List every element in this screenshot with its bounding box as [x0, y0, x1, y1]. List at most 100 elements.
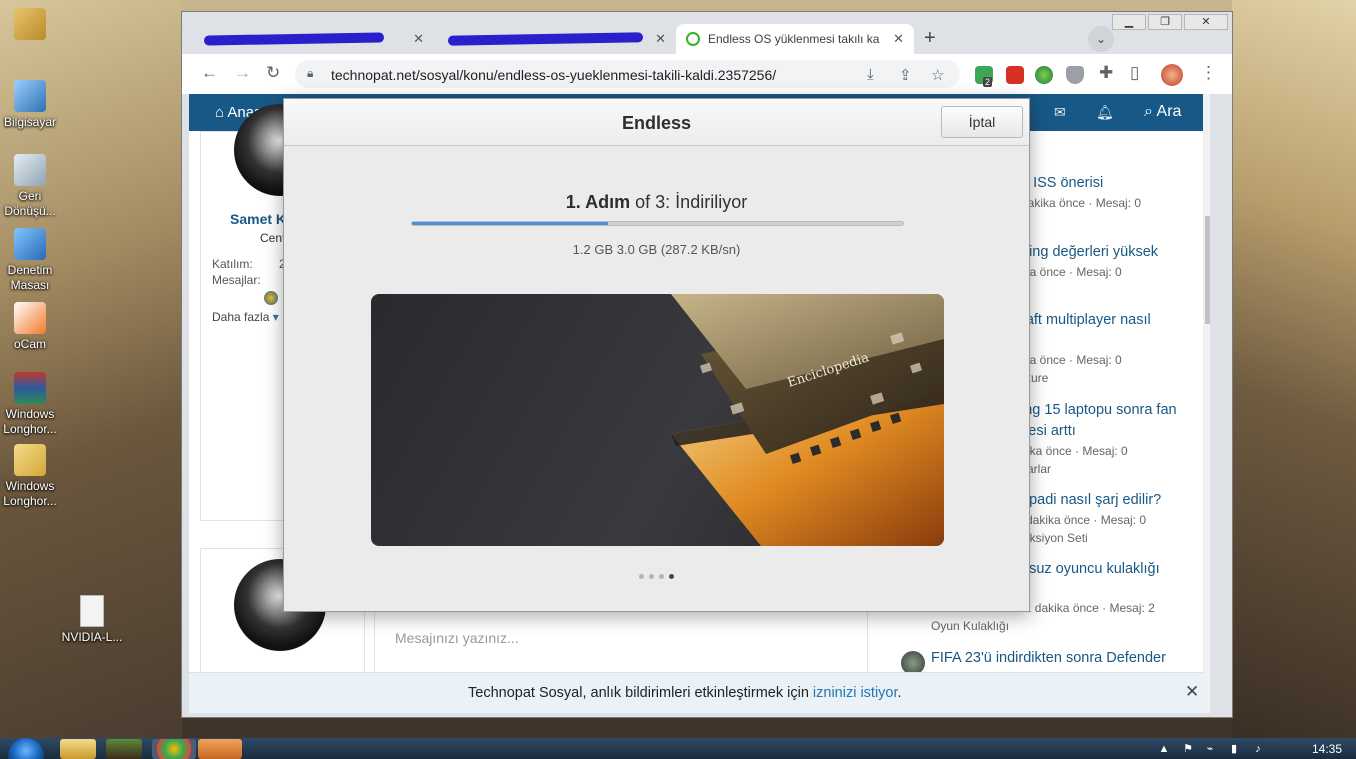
close-window-button[interactable]: ✕	[1184, 14, 1228, 30]
notification-end: .	[897, 685, 902, 701]
redaction-scribble	[203, 32, 385, 46]
tab-title: Endless OS yüklenmesi takılı kaldı	[708, 32, 880, 46]
desktop-icon-nvidia-file[interactable]: NVIDIA-L...	[60, 595, 124, 645]
maximize-button[interactable]: ❐	[1148, 14, 1182, 30]
chrome-icon[interactable]	[152, 739, 196, 759]
menu-kebab-icon[interactable]: ⋮	[1200, 63, 1217, 83]
desktop-icon-ocam[interactable]: oCam	[0, 302, 62, 352]
power-favicon-icon	[686, 32, 700, 46]
desktop-wallpaper-right	[1232, 0, 1356, 738]
tray-overflow-icon[interactable]: ▲	[1158, 743, 1170, 755]
desktop-icon-user[interactable]	[0, 8, 62, 43]
permission-link[interactable]: izninizi istiyor	[813, 685, 898, 701]
forward-icon[interactable]: →	[234, 63, 251, 83]
volume-icon[interactable]: ♪	[1252, 743, 1264, 755]
promo-slide-image: Enciclopedia	[371, 294, 944, 546]
messages-icon[interactable]: ✉	[1054, 104, 1066, 121]
close-tab-icon[interactable]: ✕	[893, 31, 904, 47]
username-link[interactable]: Samet K	[230, 211, 286, 227]
step-number: 1. Adım	[565, 192, 631, 212]
user-role: Cent	[260, 231, 286, 245]
dialog-header: Endless İptal	[284, 99, 1029, 146]
thread-forum: Oyun Kulaklığı	[931, 619, 1010, 633]
install-app-icon[interactable]: ⤓	[867, 66, 874, 83]
desktop-icon-label: Bilgisayar	[3, 115, 57, 129]
extension-flash-icon[interactable]	[1006, 66, 1024, 84]
redaction-scribble	[447, 32, 644, 46]
extension-shield-grey-icon[interactable]	[1066, 66, 1084, 84]
endless-installer-dialog: Endless İptal 1. Adım of 3: İndiriliyor …	[283, 98, 1030, 612]
tab-endless-os[interactable]: Endless OS yüklenmesi takılı kaldı ✕	[676, 24, 914, 54]
tab-strip: ✕ ✕ Endless OS yüklenmesi takılı kaldı ✕	[190, 24, 1130, 54]
extension-globe-icon[interactable]	[1035, 66, 1053, 84]
more-toggle[interactable]: Daha fazla ▾	[212, 310, 279, 324]
file-icon	[80, 595, 104, 627]
notification-message: Technopat Sosyal, anlık bildirimleri etk…	[468, 685, 902, 701]
page-scrollbar[interactable]	[1203, 94, 1210, 713]
clock[interactable]: 14:35	[1312, 742, 1342, 756]
extensions-puzzle-icon[interactable]: ✚	[1099, 63, 1113, 83]
notification-text: Technopat Sosyal, anlık bildirimleri etk…	[468, 685, 813, 701]
close-tab-icon[interactable]: ✕	[413, 31, 424, 47]
desktop-icon-recycle[interactable]: Geri Dönüşü...	[0, 154, 62, 219]
pager-dot-active[interactable]	[669, 574, 674, 579]
join-label: Katılım:	[212, 257, 253, 271]
notification-permission-bar: Technopat Sosyal, anlık bildirimleri etk…	[189, 672, 1203, 713]
nav-search-link[interactable]: ⌕ Ara	[1144, 103, 1181, 121]
start-button[interactable]	[8, 738, 44, 759]
power-icon[interactable]: ⌁	[1204, 743, 1216, 755]
slide-pager	[284, 574, 1029, 579]
desktop-icon-label: Denetim Masası	[7, 263, 53, 292]
desktop-icon-label: Windows Longhor...	[3, 407, 57, 436]
back-icon[interactable]: ←	[201, 63, 218, 83]
desktop-icon-label: Geri Dönüşü...	[4, 189, 56, 218]
computer-icon	[14, 80, 46, 112]
new-tab-button[interactable]: +	[924, 27, 936, 50]
desktop-icon-winrar[interactable]: Windows Longhor...	[0, 372, 62, 437]
editor-placeholder: Mesajınızı yazınız...	[395, 630, 519, 646]
cancel-button[interactable]: İptal	[941, 106, 1023, 138]
action-center-flag-icon[interactable]: ⚑	[1182, 743, 1194, 755]
download-progress-bar	[411, 221, 904, 226]
tab-search-button[interactable]: ⌄	[1088, 26, 1114, 52]
minecraft-icon[interactable]	[106, 739, 142, 759]
caret-down-icon: ▾	[272, 310, 279, 324]
nav-search-label: Ara	[1156, 103, 1182, 120]
recycle-bin-icon	[14, 154, 46, 186]
desktop-icon-folder[interactable]: Windows Longhor...	[0, 444, 62, 509]
winrar-archive-icon	[14, 372, 46, 404]
pager-dot[interactable]	[639, 574, 644, 579]
share-icon[interactable]: ⇪	[899, 66, 912, 84]
profile-avatar-icon[interactable]	[1161, 64, 1183, 86]
messages-label: Mesajlar:	[212, 273, 261, 287]
close-notification-icon[interactable]: ✕	[1185, 682, 1199, 702]
progress-fill	[412, 222, 609, 225]
endless-installer-icon[interactable]	[198, 739, 242, 759]
taskbar: ▲ ⚑ ⌁ ▮ ♪ 14:35	[0, 738, 1356, 759]
user-folder-icon	[14, 8, 46, 40]
browser-toolbar: ← → ↻ 🔒︎ technopat.net/sosyal/konu/endle…	[182, 54, 1232, 94]
desktop-icon-label: Windows Longhor...	[3, 479, 57, 508]
tab-redacted-2[interactable]: ✕	[438, 24, 676, 54]
tab-redacted-1[interactable]: ✕	[194, 24, 434, 54]
pager-dot[interactable]	[649, 574, 654, 579]
pager-dot[interactable]	[659, 574, 664, 579]
lock-icon: 🔒︎	[307, 66, 314, 80]
notifications-bell-icon[interactable]: 🔔︎	[1096, 104, 1114, 121]
desktop-icon-control-panel[interactable]: Denetim Masası	[0, 228, 62, 293]
desktop-icon-computer[interactable]: Bilgisayar	[0, 80, 62, 130]
explorer-icon[interactable]	[60, 739, 96, 759]
bookmark-star-icon[interactable]: ☆	[931, 66, 944, 84]
encyclopedia-app-illustration: Enciclopedia	[671, 294, 944, 546]
step-description: of 3: İndiriliyor	[630, 192, 748, 212]
windows-badge-icon	[264, 291, 278, 305]
side-panel-icon[interactable]: ▯	[1130, 63, 1139, 83]
ocam-icon	[14, 302, 46, 334]
network-icon[interactable]: ▮	[1228, 743, 1240, 755]
close-tab-icon[interactable]: ✕	[655, 31, 666, 47]
step-label: 1. Adım of 3: İndiriliyor	[284, 192, 1029, 213]
address-bar[interactable]: 🔒︎ technopat.net/sosyal/konu/endless-os-…	[295, 60, 960, 88]
scrollbar-thumb[interactable]	[1205, 216, 1210, 324]
folder-icon	[14, 444, 46, 476]
reload-icon[interactable]: ↻	[266, 63, 280, 83]
